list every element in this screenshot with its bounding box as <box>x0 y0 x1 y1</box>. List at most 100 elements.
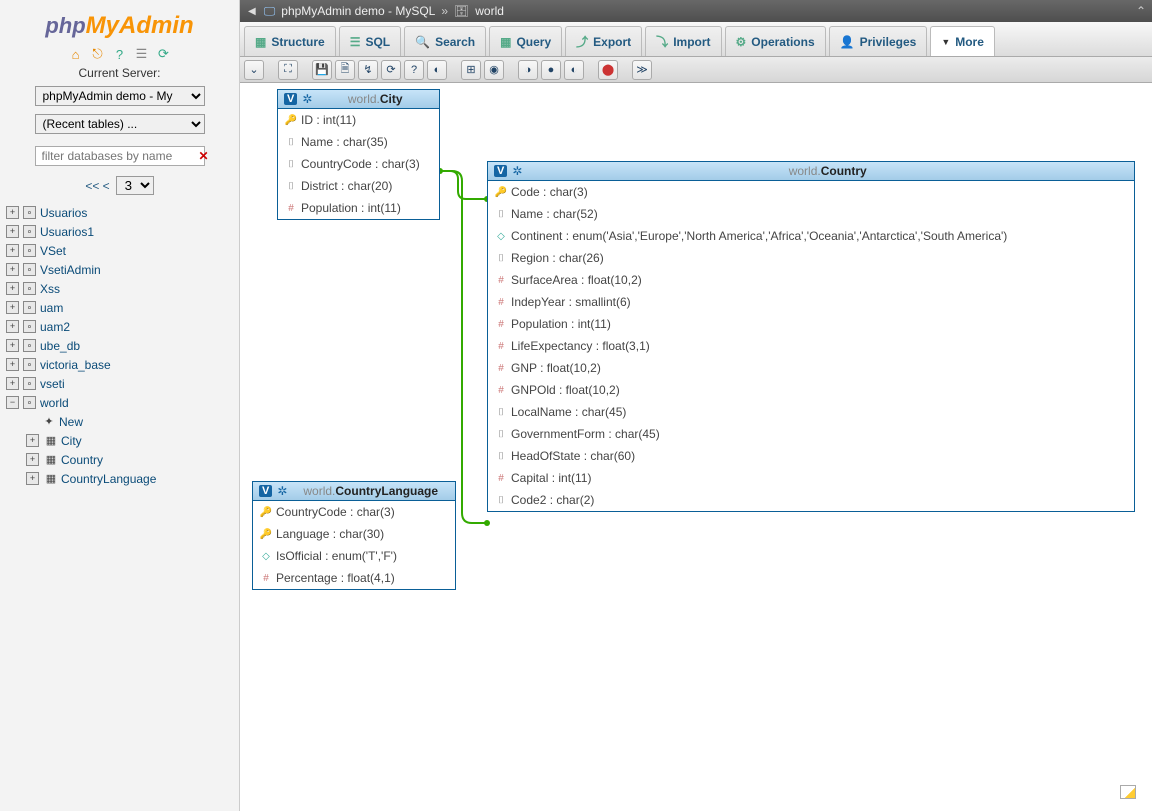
expand-icon[interactable]: + <box>26 434 39 447</box>
db-item[interactable]: +∘Xss <box>6 279 233 298</box>
expand-icon[interactable]: + <box>6 339 19 352</box>
column-row[interactable]: #Population : int(11) <box>278 197 439 219</box>
expand-icon[interactable]: + <box>6 282 19 295</box>
expand-icon[interactable]: + <box>6 225 19 238</box>
expand-icon[interactable]: + <box>6 301 19 314</box>
link-icon[interactable]: ∘ <box>23 244 36 257</box>
link-icon[interactable]: ∘ <box>23 301 36 314</box>
link-icon[interactable]: ∘ <box>23 320 36 333</box>
move-right-icon[interactable]: ◐ <box>564 60 584 80</box>
export-pdf-icon[interactable]: ⬤ <box>598 60 618 80</box>
expand-icon[interactable]: + <box>26 472 39 485</box>
link-icon[interactable]: ∘ <box>23 263 36 276</box>
link-icon[interactable]: ∘ <box>23 225 36 238</box>
breadcrumb-caret-icon[interactable]: ◀ <box>246 6 258 17</box>
column-row[interactable]: ⌷GovernmentForm : char(45) <box>488 423 1134 445</box>
tab-sql[interactable]: ☰SQL <box>339 26 401 56</box>
expand-icon[interactable]: + <box>6 244 19 257</box>
link-icon[interactable]: ∘ <box>23 358 36 371</box>
tab-structure[interactable]: ▦Structure <box>244 26 336 56</box>
link-icon[interactable]: ∘ <box>23 206 36 219</box>
tree-child[interactable]: +▦City <box>26 431 233 450</box>
db-item[interactable]: +∘uam <box>6 298 233 317</box>
tab-search[interactable]: 🔍Search <box>404 26 486 56</box>
reload-designer-icon[interactable]: ⟳ <box>381 60 401 80</box>
column-row[interactable]: ⌷CountryCode : char(3) <box>278 153 439 175</box>
relation-icon[interactable]: ↯ <box>358 60 378 80</box>
entity-city[interactable]: V✲world.City🔑ID : int(11)⌷Name : char(35… <box>277 89 440 220</box>
column-row[interactable]: ⌷Name : char(52) <box>488 203 1134 225</box>
column-row[interactable]: #GNP : float(10,2) <box>488 357 1134 379</box>
expand-icon[interactable]: + <box>6 206 19 219</box>
column-row[interactable]: ⌷Region : char(26) <box>488 247 1134 269</box>
expand-icon[interactable]: + <box>6 263 19 276</box>
column-row[interactable]: ⌷Code2 : char(2) <box>488 489 1134 511</box>
toggle-panel-icon[interactable]: ⌄ <box>244 60 264 80</box>
move-left-icon[interactable]: ◑ <box>518 60 538 80</box>
pager-page-select[interactable]: 3 <box>116 176 154 195</box>
link-icon[interactable]: ∘ <box>23 377 36 390</box>
breadcrumb-db[interactable]: world <box>475 4 504 18</box>
collapse-breadcrumb-icon[interactable]: ⌃ <box>1136 4 1146 18</box>
new-page-icon[interactable]: 🗎 <box>335 60 355 80</box>
column-row[interactable]: 🔑ID : int(11) <box>278 109 439 131</box>
filter-input[interactable] <box>40 147 199 165</box>
angular-icon[interactable]: ◐ <box>427 60 447 80</box>
tree-child[interactable]: +▦Country <box>26 450 233 469</box>
toggle-small-icon[interactable]: ◉ <box>484 60 504 80</box>
column-row[interactable]: #Capital : int(11) <box>488 467 1134 489</box>
fullscreen-icon[interactable]: ⛶ <box>278 60 298 80</box>
gear-icon[interactable]: ✲ <box>277 484 287 498</box>
tab-export[interactable]: ⤴Export <box>565 26 642 56</box>
db-item[interactable]: +∘ube_db <box>6 336 233 355</box>
db-item[interactable]: +∘VSet <box>6 241 233 260</box>
column-row[interactable]: #IndepYear : smallint(6) <box>488 291 1134 313</box>
tab-privileges[interactable]: 👤Privileges <box>829 26 928 56</box>
tab-import[interactable]: ⤵Import <box>645 26 721 56</box>
expand-icon[interactable]: + <box>6 320 19 333</box>
db-item[interactable]: +∘victoria_base <box>6 355 233 374</box>
sql-icon[interactable]: ☰ <box>134 46 150 62</box>
tab-more[interactable]: ▼More <box>930 26 995 56</box>
expand-icon[interactable]: + <box>26 453 39 466</box>
gear-icon[interactable]: ✲ <box>512 164 522 178</box>
link-icon[interactable]: ∘ <box>23 396 36 409</box>
home-icon[interactable]: ⌂ <box>68 46 84 62</box>
more-tools-icon[interactable]: ≫ <box>632 60 652 80</box>
move-center-icon[interactable]: ● <box>541 60 561 80</box>
column-row[interactable]: ⌷HeadOfState : char(60) <box>488 445 1134 467</box>
column-row[interactable]: 🔑Language : char(30) <box>253 523 455 545</box>
collapse-icon[interactable]: − <box>6 396 19 409</box>
db-item[interactable]: +∘Usuarios1 <box>6 222 233 241</box>
column-row[interactable]: #LifeExpectancy : float(3,1) <box>488 335 1134 357</box>
entity-header[interactable]: V✲world.City <box>278 90 439 109</box>
column-row[interactable]: ◇IsOfficial : enum('T','F') <box>253 545 455 567</box>
tree-child[interactable]: ✦New <box>26 412 233 431</box>
db-item-world[interactable]: −∘world <box>6 393 233 412</box>
link-icon[interactable]: ∘ <box>23 282 36 295</box>
help-icon[interactable]: ? <box>112 46 128 62</box>
column-row[interactable]: ⌷Name : char(35) <box>278 131 439 153</box>
expand-icon[interactable]: + <box>6 377 19 390</box>
breadcrumb-server[interactable]: phpMyAdmin demo - MySQL <box>281 4 435 18</box>
entity-countrylanguage[interactable]: V✲world.CountryLanguage🔑CountryCode : ch… <box>252 481 456 590</box>
tree-child[interactable]: +▦CountryLanguage <box>26 469 233 488</box>
tab-query[interactable]: ▦Query <box>489 26 562 56</box>
link-icon[interactable]: ∘ <box>23 339 36 352</box>
help-designer-icon[interactable]: ? <box>404 60 424 80</box>
snap-grid-icon[interactable]: ⊞ <box>461 60 481 80</box>
column-row[interactable]: 🔑Code : char(3) <box>488 181 1134 203</box>
column-row[interactable]: 🔑CountryCode : char(3) <box>253 501 455 523</box>
db-item[interactable]: +∘Usuarios <box>6 203 233 222</box>
column-row[interactable]: ⌷District : char(20) <box>278 175 439 197</box>
tab-operations[interactable]: ⚙Operations <box>725 26 826 56</box>
column-row[interactable]: #Population : int(11) <box>488 313 1134 335</box>
recent-tables-select[interactable]: (Recent tables) ... <box>35 114 205 134</box>
column-row[interactable]: ⌷LocalName : char(45) <box>488 401 1134 423</box>
column-row[interactable]: #Percentage : float(4,1) <box>253 567 455 589</box>
entity-header[interactable]: V✲world.Country <box>488 162 1134 181</box>
expand-icon[interactable]: + <box>6 358 19 371</box>
column-row[interactable]: #SurfaceArea : float(10,2) <box>488 269 1134 291</box>
logout-icon[interactable]: ⎋ <box>90 46 106 62</box>
pager-prev[interactable]: << < <box>85 179 109 193</box>
